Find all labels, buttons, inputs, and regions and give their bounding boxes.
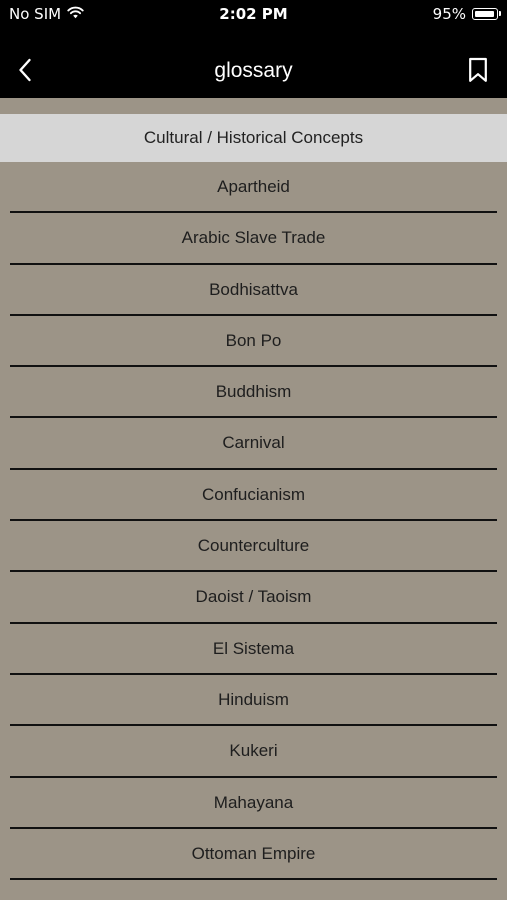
glossary-item-label: Counterculture: [197, 536, 310, 556]
status-time: 2:02 PM: [219, 5, 288, 23]
battery-icon: [472, 8, 501, 20]
section-header: Cultural / Historical Concepts: [0, 114, 507, 162]
glossary-item[interactable]: Mahayana: [0, 778, 507, 829]
glossary-item[interactable]: Bon Po: [0, 316, 507, 368]
glossary-item-label: Arabic Slave Trade: [181, 228, 326, 248]
back-button[interactable]: [10, 54, 40, 90]
glossary-item-label: Mahayana: [213, 792, 294, 812]
bookmark-icon: [468, 57, 488, 88]
glossary-item-label: Ottoman Empire: [191, 843, 316, 863]
glossary-item-label: Daoist / Taoism: [195, 587, 312, 607]
glossary-item[interactable]: Hinduism: [0, 675, 507, 727]
glossary-item-label: El Sistema: [212, 638, 295, 658]
status-right: 95%: [432, 5, 501, 23]
glossary-item-label: Kukeri: [229, 741, 278, 761]
glossary-item[interactable]: Buddhism: [0, 367, 507, 419]
glossary-item[interactable]: Carnival: [0, 418, 507, 470]
glossary-item[interactable]: El Sistema: [0, 624, 507, 675]
glossary-item[interactable]: Kukeri: [0, 726, 507, 778]
row-divider: [10, 878, 497, 881]
chevron-left-icon: [18, 58, 32, 87]
glossary-item[interactable]: Ottoman Empire: [0, 829, 507, 881]
glossary-item[interactable]: Bodhisattva: [0, 265, 507, 316]
glossary-item-label: Bodhisattva: [209, 279, 298, 299]
glossary-item-label: Bon Po: [225, 330, 282, 350]
glossary-item-label: Confucianism: [202, 484, 305, 504]
glossary-item[interactable]: Daoist / Taoism: [0, 572, 507, 624]
battery-nub: [499, 11, 501, 16]
glossary-item[interactable]: Confucianism: [0, 470, 507, 522]
glossary-item[interactable]: Counterculture: [0, 521, 507, 573]
glossary-list: Apartheid Arabic Slave Trade Bodhisattva…: [0, 162, 507, 881]
battery-level-fill: [474, 10, 494, 17]
app-screen: No SIM 2:02 PM 95% glossary Cultural / H…: [0, 0, 507, 900]
glossary-item[interactable]: Arabic Slave Trade: [0, 213, 507, 265]
glossary-item-label: Hinduism: [218, 689, 289, 709]
glossary-item-label: Carnival: [222, 433, 285, 453]
navigation-bar: glossary: [0, 28, 507, 98]
status-bar: No SIM 2:02 PM 95%: [0, 0, 507, 28]
battery-percentage: 95%: [432, 5, 466, 23]
glossary-item-label: Apartheid: [217, 177, 290, 196]
bookmark-button[interactable]: [463, 54, 493, 90]
page-title: glossary: [214, 59, 293, 82]
glossary-item-label: Buddhism: [215, 382, 292, 402]
glossary-item[interactable]: Apartheid: [0, 162, 507, 214]
